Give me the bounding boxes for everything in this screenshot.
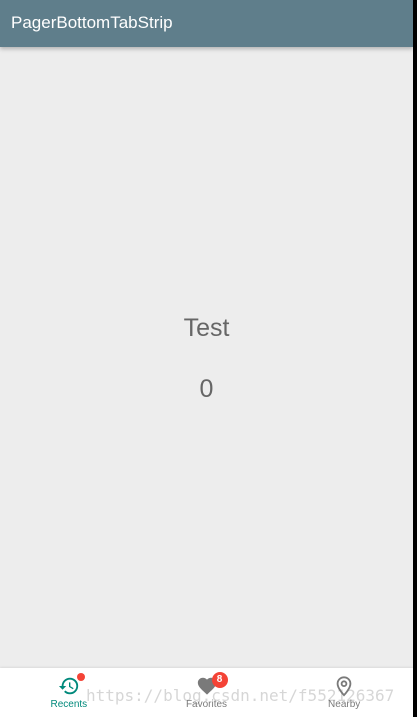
pager-content[interactable]: Test 0 — [0, 47, 413, 668]
recents-dot-badge — [76, 673, 85, 681]
app-title: PagerBottomTabStrip — [11, 13, 173, 32]
location-pin-icon — [333, 675, 355, 697]
tab-recents-label: Recents — [50, 699, 88, 710]
content-count: 0 — [199, 375, 214, 403]
tab-nearby[interactable]: Nearby — [275, 668, 413, 717]
tab-nearby-label: Nearby — [328, 699, 361, 710]
content-title: Test — [183, 314, 230, 342]
app-screen: PagerBottomTabStrip Test 0 Recents 8 Fav… — [0, 0, 413, 717]
favorites-count-badge: 8 — [211, 672, 228, 688]
bottom-tab-strip: Recents 8 Favorites Nearby — [0, 668, 413, 717]
app-bar: PagerBottomTabStrip — [0, 0, 413, 47]
tab-favorites-label: Favorites — [185, 699, 228, 710]
tab-favorites[interactable]: 8 Favorites — [138, 668, 276, 717]
tab-recents[interactable]: Recents — [0, 668, 138, 717]
screen-edge — [413, 0, 417, 717]
